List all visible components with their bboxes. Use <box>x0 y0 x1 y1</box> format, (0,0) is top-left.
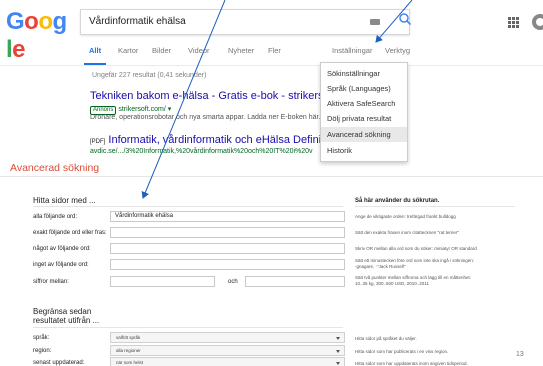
arrow-to-advanced-field <box>141 0 226 199</box>
annotation-arrows <box>141 0 413 199</box>
arrow-to-settings <box>375 0 413 43</box>
